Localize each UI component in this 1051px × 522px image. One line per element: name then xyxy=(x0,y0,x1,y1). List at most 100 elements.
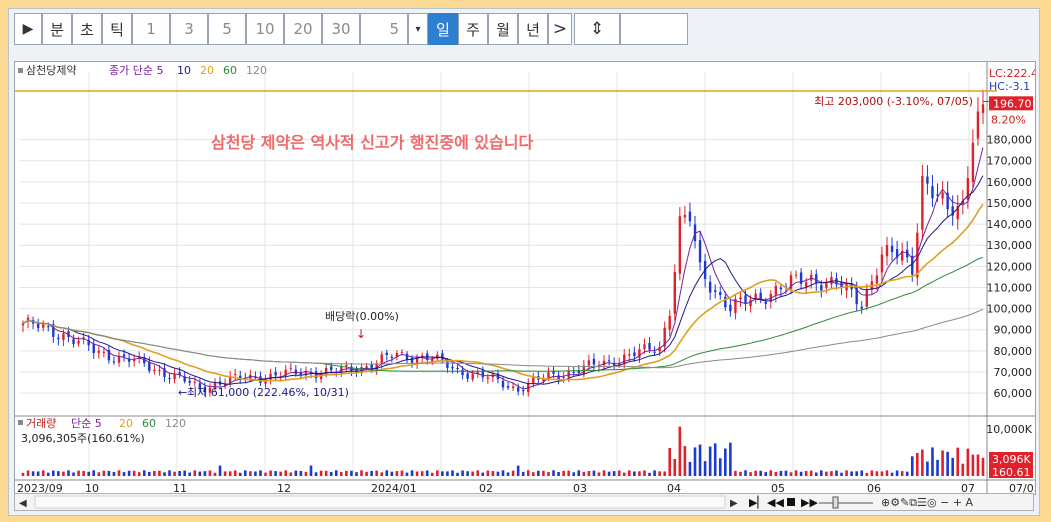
volume-bar xyxy=(183,470,186,476)
period-minute-button[interactable]: 분 xyxy=(42,13,72,45)
candle-body xyxy=(653,351,656,353)
candle-body xyxy=(754,293,757,299)
volume-bar xyxy=(249,471,252,476)
candle-body xyxy=(112,361,116,363)
scroll-right-icon[interactable]: ▶ xyxy=(730,498,738,509)
candle-body xyxy=(668,316,671,330)
price-axis: 180,000 170,000 160,000 150,000 140,000 130,0… xyxy=(987,134,1033,401)
tab-daily[interactable]: 일 xyxy=(428,13,458,45)
volume-bar xyxy=(36,471,40,476)
candle-body xyxy=(72,338,75,344)
candle-body xyxy=(446,361,449,369)
volume-bar xyxy=(284,470,288,476)
interval-value-field[interactable]: 5 xyxy=(360,13,408,45)
volume-bar xyxy=(855,471,858,476)
volume-bar xyxy=(976,454,980,476)
volume-bar xyxy=(830,471,833,476)
scroll-left-icon[interactable]: ◀ xyxy=(19,498,27,509)
volume-bar xyxy=(688,461,692,476)
chevron-down-icon[interactable]: ▾ xyxy=(408,13,428,45)
volume-bar xyxy=(820,470,823,476)
next-button[interactable]: > xyxy=(548,13,572,45)
adjust-icon[interactable]: ⇕ xyxy=(574,13,620,45)
step-back-icon[interactable]: ▶▏ xyxy=(749,495,766,509)
volume-bar xyxy=(946,451,949,476)
candle-body xyxy=(324,367,328,375)
candle-body xyxy=(471,373,474,380)
candle-body xyxy=(506,386,510,388)
interval-20-button[interactable]: 20 xyxy=(284,13,322,45)
chart-svg[interactable]: 180,000 170,000 160,000 150,000 140,000 130,0… xyxy=(15,62,1041,495)
candle-body xyxy=(764,301,767,304)
volume-bar xyxy=(223,471,227,476)
volume-bar xyxy=(259,470,262,476)
volume-bar xyxy=(926,461,929,476)
candle-body xyxy=(158,370,161,372)
app-window: ▶ 분 초 틱 1 3 5 10 20 30 5 ▾ 일 주 월 년 > ⇕ 1… xyxy=(8,8,1041,516)
interval-1-button[interactable]: 1 xyxy=(132,13,170,45)
volume-bar xyxy=(880,471,884,476)
volume-bar xyxy=(340,472,343,476)
candle-body xyxy=(623,354,626,364)
volume-bar xyxy=(622,472,626,476)
play-button[interactable]: ▶ xyxy=(14,13,42,45)
volume-bar xyxy=(643,470,646,476)
tab-yearly[interactable]: 년 xyxy=(518,13,548,45)
volume-bar xyxy=(441,471,444,476)
volume-bar xyxy=(931,447,934,476)
volume-bar xyxy=(552,470,555,476)
volume-bar xyxy=(774,471,778,476)
candle-body xyxy=(552,371,555,374)
candle-body xyxy=(719,292,722,295)
volume-bar xyxy=(244,470,247,476)
y-tick-label: 120,000 xyxy=(987,260,1033,273)
candle-body xyxy=(804,282,808,287)
candle-body xyxy=(683,214,687,218)
volume-bar xyxy=(683,446,687,476)
volume-bar xyxy=(921,449,924,476)
interval-5-button[interactable]: 5 xyxy=(208,13,246,45)
volume-bar xyxy=(350,470,353,476)
volume-bar xyxy=(905,471,909,476)
interval-30-button[interactable]: 30 xyxy=(322,13,360,45)
period-second-button[interactable]: 초 xyxy=(72,13,102,45)
candle-body xyxy=(921,175,924,230)
volume-bar xyxy=(526,470,530,476)
candle-body xyxy=(365,366,368,369)
candle-body xyxy=(890,245,894,253)
volume-bar xyxy=(345,470,348,476)
candle-body xyxy=(57,337,60,340)
volume-bar xyxy=(122,472,126,476)
period-tick-button[interactable]: 틱 xyxy=(102,13,132,45)
candle-body xyxy=(926,176,929,184)
candle-body xyxy=(410,357,414,363)
headline-text: 삼천당 제약은 역사적 신고가 행진중에 있습니다 xyxy=(211,133,534,152)
volume-bar xyxy=(279,471,282,476)
volume-bar xyxy=(193,470,197,476)
stop-icon[interactable] xyxy=(787,498,795,506)
volume-bar xyxy=(607,471,611,476)
volume-bar xyxy=(577,470,581,476)
tool-icons[interactable]: ⊕⚙✎⧉☰◎ − + A xyxy=(881,496,974,509)
chart-scrollbar[interactable]: ◀ ▶ ▶▏ ◀◀ ▶▶ ⊕⚙✎⧉☰◎ − + A xyxy=(14,493,1034,511)
volume-bar xyxy=(57,471,60,476)
volume-bar xyxy=(724,448,727,476)
tab-monthly[interactable]: 월 xyxy=(488,13,518,45)
interval-10-button[interactable]: 10 xyxy=(246,13,284,45)
volume-bar xyxy=(734,470,737,476)
candle-body xyxy=(501,380,505,388)
scroll-track[interactable] xyxy=(34,495,726,509)
zoom-handle[interactable] xyxy=(832,496,839,509)
rewind-icon[interactable]: ◀◀ xyxy=(767,496,784,509)
volume-bar xyxy=(663,471,666,476)
ma-line-5 xyxy=(22,147,984,390)
interval-3-button[interactable]: 3 xyxy=(170,13,208,45)
candle-body xyxy=(673,272,676,314)
volume-bar xyxy=(789,472,793,476)
volume-bar xyxy=(233,470,237,476)
extra-field[interactable] xyxy=(620,13,688,45)
volume-bar xyxy=(173,471,176,476)
volume-bar xyxy=(395,471,399,476)
play-small-icon[interactable]: ▶▶ xyxy=(801,496,818,509)
tab-weekly[interactable]: 주 xyxy=(458,13,488,45)
